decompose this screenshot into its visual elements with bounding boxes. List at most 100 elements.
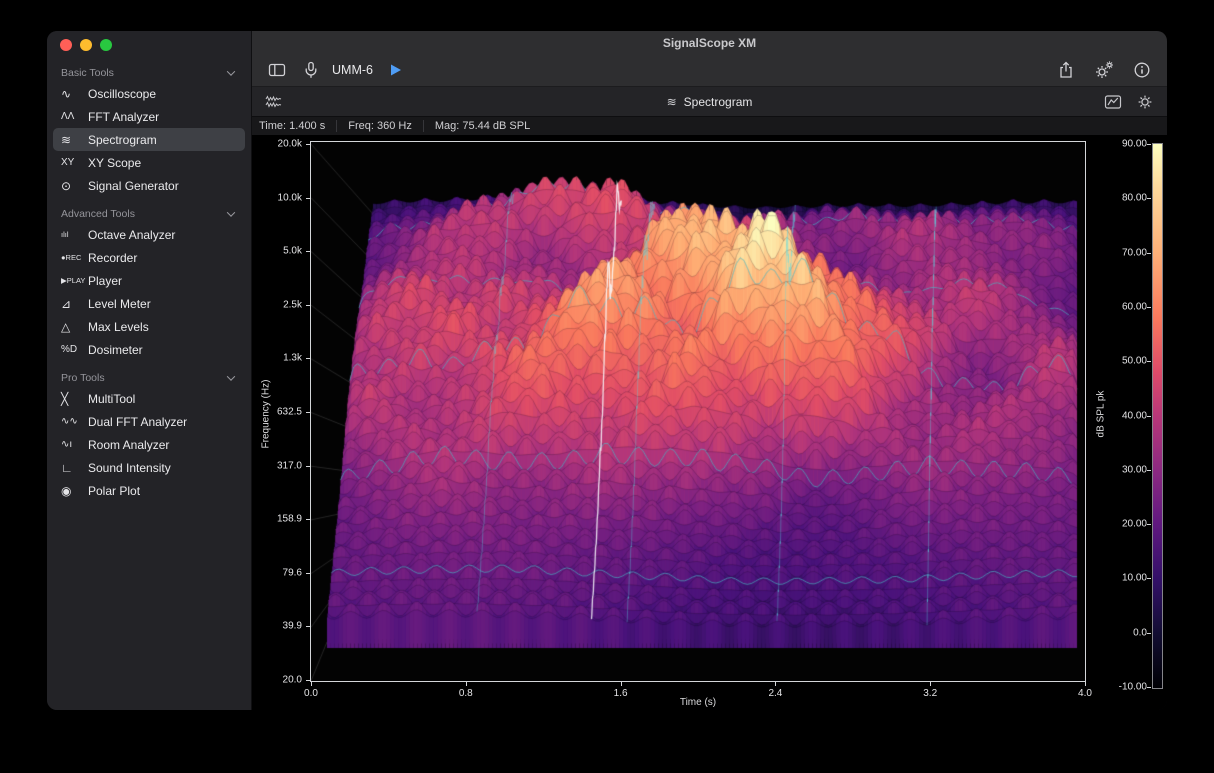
tick-mark <box>1147 416 1151 417</box>
sidebar-item-label: Level Meter <box>88 297 151 311</box>
sidebar-item-dosimeter[interactable]: %DDosimeter <box>53 338 245 361</box>
x-axis-tick-label: 0.8 <box>459 688 473 699</box>
colorbar-tick-label: 50.00 <box>1108 356 1147 367</box>
colorbar-tick-label: 60.00 <box>1108 301 1147 312</box>
y-axis-tick-label: 1.3k <box>252 353 302 364</box>
tick-mark <box>1085 682 1086 686</box>
microphone-icon <box>302 61 320 79</box>
tick-mark <box>1147 198 1151 199</box>
tick-mark <box>775 682 776 686</box>
view-title-label: Spectrogram <box>684 95 753 109</box>
tick-mark <box>1147 144 1151 145</box>
sidebar-item-player[interactable]: ▶PLAYPlayer <box>53 269 245 292</box>
xy-scope-icon: XY <box>61 157 88 168</box>
section-header-basic-tools[interactable]: Basic Tools <box>53 63 245 82</box>
share-button[interactable] <box>1057 61 1075 79</box>
section-header-advanced-tools[interactable]: Advanced Tools <box>53 204 245 223</box>
input-device-button[interactable] <box>302 61 320 79</box>
tool-list: Basic Tools ∿OscilloscopeΛΛFFT Analyzer≋… <box>47 55 251 502</box>
dosimeter-icon: %D <box>61 344 88 355</box>
y-axis-tick-label: 2.5k <box>252 299 302 310</box>
sidebar-item-dual-fft-analyzer[interactable]: ∿∿Dual FFT Analyzer <box>53 410 245 433</box>
sidebar-item-fft-analyzer[interactable]: ΛΛFFT Analyzer <box>53 105 245 128</box>
tick-mark <box>930 682 931 686</box>
tick-mark <box>1147 687 1151 688</box>
time-readout: Time: 1.400 s <box>259 120 337 132</box>
sidebar-item-label: Octave Analyzer <box>88 228 175 242</box>
sidebar-item-label: Player <box>88 274 122 288</box>
sidebar-item-xy-scope[interactable]: XYXY Scope <box>53 151 245 174</box>
colorbar-tick-label: 70.00 <box>1108 247 1147 258</box>
sound-intensity-icon: ∟ <box>61 461 88 475</box>
advanced-settings-button[interactable] <box>1094 60 1114 80</box>
cursor-readout-bar: Time: 1.400 s Freq: 360 Hz Mag: 75.44 dB… <box>252 117 1167 136</box>
colorbar-tick-label: 40.00 <box>1108 410 1147 421</box>
window-titlebar[interactable]: SignalScope XM <box>252 31 1167 54</box>
info-button[interactable] <box>1133 61 1151 79</box>
colorbar-tick-label: 90.00 <box>1108 139 1147 150</box>
sidebar-item-label: Recorder <box>88 251 137 265</box>
close-button[interactable] <box>60 39 72 51</box>
waveform-view-button[interactable] <box>265 93 283 111</box>
tick-mark <box>1147 470 1151 471</box>
y-axis-tick-label: 10.0k <box>252 192 302 203</box>
tick-mark <box>466 682 467 686</box>
spectrogram-canvas[interactable] <box>311 142 1085 681</box>
sidebar-item-level-meter[interactable]: ⊿Level Meter <box>53 292 245 315</box>
colorbar-tick-label: 0.0 <box>1108 627 1147 638</box>
spectrogram-chart: Frequency (Hz) 20.0k10.0k5.0k2.5k1.3k632… <box>252 136 1167 710</box>
signal-generator-icon: ⊙ <box>61 179 88 193</box>
sidebar-item-label: MultiTool <box>88 392 135 406</box>
play-button[interactable] <box>389 63 402 77</box>
sidebar-item-oscilloscope[interactable]: ∿Oscilloscope <box>53 82 245 105</box>
mag-readout: Mag: 75.44 dB SPL <box>435 120 541 132</box>
colorbar-tick-label: 80.00 <box>1108 193 1147 204</box>
gears-icon <box>1094 60 1114 80</box>
chevron-down-icon <box>227 208 235 216</box>
sidebar-item-recorder[interactable]: ●RECRecorder <box>53 246 245 269</box>
section-label: Basic Tools <box>61 67 114 79</box>
sidebar-toggle-button[interactable] <box>268 61 286 79</box>
section-header-pro-tools[interactable]: Pro Tools <box>53 368 245 387</box>
y-axis-tick-label: 5.0k <box>252 246 302 257</box>
sidebar-item-sound-intensity[interactable]: ∟Sound Intensity <box>53 456 245 479</box>
tick-mark <box>311 682 312 686</box>
level-meter-icon: ⊿ <box>61 297 88 311</box>
y-axis-tick-label: 317.0 <box>252 460 302 471</box>
sidebar-item-max-levels[interactable]: △Max Levels <box>53 315 245 338</box>
tick-mark <box>1147 307 1151 308</box>
sidebar-item-polar-plot[interactable]: ◉Polar Plot <box>53 479 245 502</box>
tick-mark <box>1147 524 1151 525</box>
device-label[interactable]: UMM-6 <box>332 63 373 77</box>
view-settings-button[interactable] <box>1136 93 1154 111</box>
sidebar-item-signal-generator[interactable]: ⊙Signal Generator <box>53 174 245 197</box>
sidebar-item-room-analyzer[interactable]: ∿ıRoom Analyzer <box>53 433 245 456</box>
x-axis-title: Time (s) <box>680 697 716 708</box>
minimize-button[interactable] <box>80 39 92 51</box>
colorbar-tick-label: 20.00 <box>1108 519 1147 530</box>
desktop: Basic Tools ∿OscilloscopeΛΛFFT Analyzer≋… <box>0 0 1214 773</box>
max-levels-icon: △ <box>61 320 88 334</box>
tick-mark <box>1147 253 1151 254</box>
zoom-button[interactable] <box>100 39 112 51</box>
sidebar-item-multitool[interactable]: ╳MultiTool <box>53 387 245 410</box>
player-icon: ▶PLAY <box>61 276 88 285</box>
tick-mark <box>1147 361 1151 362</box>
octave-analyzer-icon: ılıl <box>61 230 88 239</box>
chart-options-button[interactable] <box>1104 93 1122 111</box>
colorbar-tick-label: 30.00 <box>1108 464 1147 475</box>
y-axis-tick-label: 632.5 <box>252 407 302 418</box>
chevron-down-icon <box>227 372 235 380</box>
sidebar-item-spectrogram[interactable]: ≋Spectrogram <box>53 128 245 151</box>
main-toolbar: UMM-6 <box>252 54 1167 87</box>
x-axis-tick-label: 2.4 <box>768 688 782 699</box>
sidebar: Basic Tools ∿OscilloscopeΛΛFFT Analyzer≋… <box>47 31 252 710</box>
tick-mark <box>1147 633 1151 634</box>
x-axis-tick-label: 0.0 <box>304 688 318 699</box>
sidebar-item-octave-analyzer[interactable]: ılılOctave Analyzer <box>53 223 245 246</box>
x-axis-tick-label: 4.0 <box>1078 688 1092 699</box>
y-axis: 20.0k10.0k5.0k2.5k1.3k632.5317.0158.979.… <box>252 136 310 710</box>
x-axis-tick-label: 1.6 <box>614 688 628 699</box>
polar-plot-icon: ◉ <box>61 484 88 498</box>
toolbar-right-group <box>1057 60 1151 80</box>
